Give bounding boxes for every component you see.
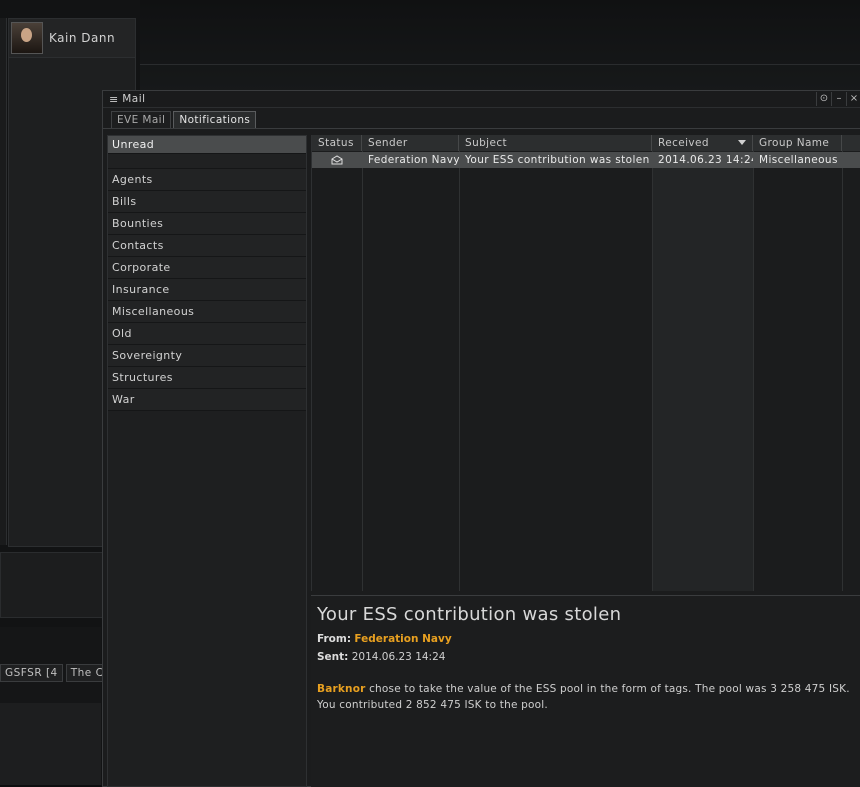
message-subject: Your ESS contribution was stolen bbox=[317, 604, 622, 625]
pin-icon[interactable]: ⊙ bbox=[816, 92, 831, 106]
divider-line bbox=[140, 64, 860, 65]
sorted-column-highlight bbox=[652, 151, 753, 591]
column-divider bbox=[753, 151, 754, 591]
column-header-received[interactable]: Received bbox=[652, 135, 753, 151]
window-controls: ⊙ – × bbox=[816, 92, 860, 106]
side-panel-lower bbox=[0, 552, 103, 618]
column-divider bbox=[362, 151, 363, 591]
menu-icon[interactable]: ≡ bbox=[109, 93, 118, 106]
sidebar-item-bounties[interactable]: Bounties bbox=[108, 213, 306, 235]
mail-window: ≡ Mail ⊙ – × EVE Mail Notifications Unre… bbox=[102, 90, 860, 787]
table-row[interactable]: Federation Navy Your ESS contribution wa… bbox=[312, 152, 860, 168]
tab-eve-mail[interactable]: EVE Mail bbox=[111, 111, 172, 128]
notification-groups-sidebar: Unread Agents Bills Bounties Contacts Co… bbox=[107, 135, 307, 787]
sidebar-item-corporate[interactable]: Corporate bbox=[108, 257, 306, 279]
space-background bbox=[140, 0, 860, 92]
minimize-icon[interactable]: – bbox=[831, 92, 846, 106]
notification-list: Status Sender Subject Received Group Nam… bbox=[311, 135, 860, 591]
chat-tab-gsfsr[interactable]: GSFSR [4 bbox=[0, 664, 63, 682]
column-header-received-label: Received bbox=[658, 137, 709, 149]
sidebar-item-contacts[interactable]: Contacts bbox=[108, 235, 306, 257]
column-header-extra bbox=[842, 135, 860, 151]
row-subject: Your ESS contribution was stolen bbox=[465, 154, 650, 166]
column-header-subject[interactable]: Subject bbox=[459, 135, 652, 151]
message-body: Barknor chose to take the value of the E… bbox=[317, 681, 857, 713]
sidebar-item-unread[interactable]: Unread bbox=[108, 136, 306, 154]
character-portrait[interactable] bbox=[11, 22, 43, 54]
row-group: Miscellaneous bbox=[759, 154, 838, 166]
sidebar-spacer bbox=[108, 154, 306, 169]
message-reading-pane: Your ESS contribution was stolen From: F… bbox=[311, 595, 860, 787]
column-divider bbox=[459, 151, 460, 591]
row-sender: Federation Navy bbox=[368, 154, 459, 166]
sidebar-item-sovereignty[interactable]: Sovereignty bbox=[108, 345, 306, 367]
tab-notifications[interactable]: Notifications bbox=[173, 111, 257, 128]
envelope-open-icon bbox=[312, 152, 362, 168]
character-link[interactable]: Barknor bbox=[317, 683, 366, 695]
mail-titlebar[interactable]: ≡ Mail ⊙ – × bbox=[103, 91, 860, 108]
close-icon[interactable]: × bbox=[846, 92, 860, 106]
column-header-group-name[interactable]: Group Name bbox=[753, 135, 842, 151]
sidebar-item-miscellaneous[interactable]: Miscellaneous bbox=[108, 301, 306, 323]
character-name: Kain Dann bbox=[49, 31, 116, 45]
column-header-sender[interactable]: Sender bbox=[362, 135, 459, 151]
from-label: From: bbox=[317, 633, 352, 645]
sidebar-item-structures[interactable]: Structures bbox=[108, 367, 306, 389]
sidebar-item-old[interactable]: Old bbox=[108, 323, 306, 345]
sidebar-item-war[interactable]: War bbox=[108, 389, 306, 411]
sidebar-item-bills[interactable]: Bills bbox=[108, 191, 306, 213]
mail-tabs: EVE Mail Notifications bbox=[103, 108, 860, 129]
chat-body bbox=[0, 703, 101, 785]
sent-value: 2014.06.23 14:24 bbox=[351, 651, 446, 663]
sort-descending-icon bbox=[738, 140, 746, 145]
column-header-status[interactable]: Status bbox=[312, 135, 362, 151]
sidebar-item-insurance[interactable]: Insurance bbox=[108, 279, 306, 301]
row-received: 2014.06.23 14:24 bbox=[658, 154, 753, 166]
column-divider bbox=[842, 151, 843, 591]
from-link[interactable]: Federation Navy bbox=[354, 633, 451, 645]
message-sent: Sent: 2014.06.23 14:24 bbox=[317, 651, 445, 663]
message-from: From: Federation Navy bbox=[317, 633, 452, 645]
sidebar-item-agents[interactable]: Agents bbox=[108, 169, 306, 191]
column-divider bbox=[652, 151, 653, 591]
left-edge-strip bbox=[0, 18, 7, 545]
character-header[interactable]: Kain Dann bbox=[9, 19, 135, 58]
message-body-text: chose to take the value of the ESS pool … bbox=[317, 683, 850, 711]
sent-label: Sent: bbox=[317, 651, 349, 663]
window-title: Mail bbox=[122, 93, 146, 105]
